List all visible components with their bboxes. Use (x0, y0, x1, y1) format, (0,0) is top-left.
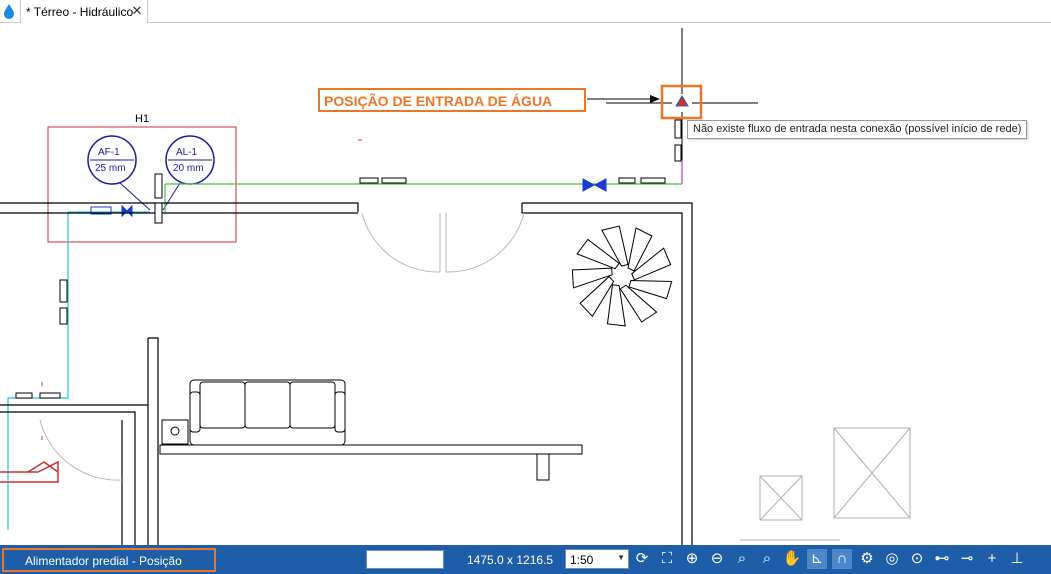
room-label: H1 (135, 113, 150, 125)
drain-box (161, 419, 189, 445)
sofa (189, 379, 346, 446)
status-bar: Alimentador predial - Posição 1475.0 x 1… (0, 545, 1051, 574)
drawing-canvas[interactable]: H1 AF-1 25 mm AL-1 20 mm POSIÇÃO DE ENTR… (0, 23, 1051, 545)
callout-arrow (587, 95, 660, 103)
command-mode-status: Alimentador predial - Posição (2, 548, 216, 572)
coordinate-input[interactable] (366, 550, 444, 569)
document-tab-bar: * Térreo - Hidráulico ✕ (0, 0, 1051, 23)
red-symbol (0, 460, 59, 483)
zoom-previous-icon[interactable]: ⌕ (757, 549, 777, 569)
command-mode-text: Alimentador predial - Posição (25, 554, 182, 568)
circle-snap-icon[interactable]: ◎ (882, 549, 902, 569)
crosshair-cursor (606, 28, 758, 160)
drawing-tab[interactable]: * Térreo - Hidráulico ✕ (20, 0, 148, 23)
counter (159, 444, 583, 481)
snap-magnet-icon[interactable]: ∩ (832, 549, 852, 569)
drawing-tab-title: * Térreo - Hidráulico (26, 5, 134, 19)
chevron-down-icon: ▼ (617, 553, 625, 562)
al1-tag-name: AL-1 (176, 147, 198, 158)
af1-tag-diameter: 25 mm (95, 163, 126, 174)
plant-symbol (564, 219, 677, 332)
water-drop-icon (4, 4, 14, 19)
pan-hand-icon[interactable]: ✋ (782, 549, 802, 569)
drawing-dimensions: 1475.0 x 1216.5 (467, 553, 554, 567)
midpoint-snap-icon[interactable]: ⊸ (957, 549, 977, 569)
intersection-snap-icon[interactable]: + (982, 549, 1002, 569)
scale-dropdown[interactable]: 1:50 ▼ (565, 549, 629, 569)
scale-value: 1:50 (570, 553, 594, 567)
al1-tag-diameter: 20 mm (173, 163, 204, 174)
x-boxes (740, 427, 911, 541)
endpoint-snap-icon[interactable]: ⊷ (932, 549, 952, 569)
callout-text: POSIÇÃO DE ENTRADA DE ÁGUA (324, 93, 553, 109)
perpendicular-snap-icon[interactable]: ⊥ (1007, 549, 1027, 569)
redraw-icon[interactable]: ⟳ (632, 549, 652, 569)
af1-tag-name: AF-1 (98, 147, 120, 158)
zoom-window-icon[interactable]: ⌕ (732, 549, 752, 569)
zoom-extents-icon[interactable]: ⛶ (657, 549, 677, 569)
water-entry-callout: POSIÇÃO DE ENTRADA DE ÁGUA (318, 88, 586, 112)
zoom-in-icon[interactable]: ⊕ (682, 549, 702, 569)
zoom-out-icon[interactable]: ⊖ (707, 549, 727, 569)
center-snap-icon[interactable]: ⊙ (907, 549, 927, 569)
ortho-icon[interactable]: ⊾ (807, 549, 827, 569)
settings-gear-icon[interactable]: ⚙ (857, 549, 877, 569)
connection-tooltip: Não existe fluxo de entrada nesta conexã… (687, 120, 1028, 139)
close-icon[interactable]: ✕ (129, 3, 145, 19)
